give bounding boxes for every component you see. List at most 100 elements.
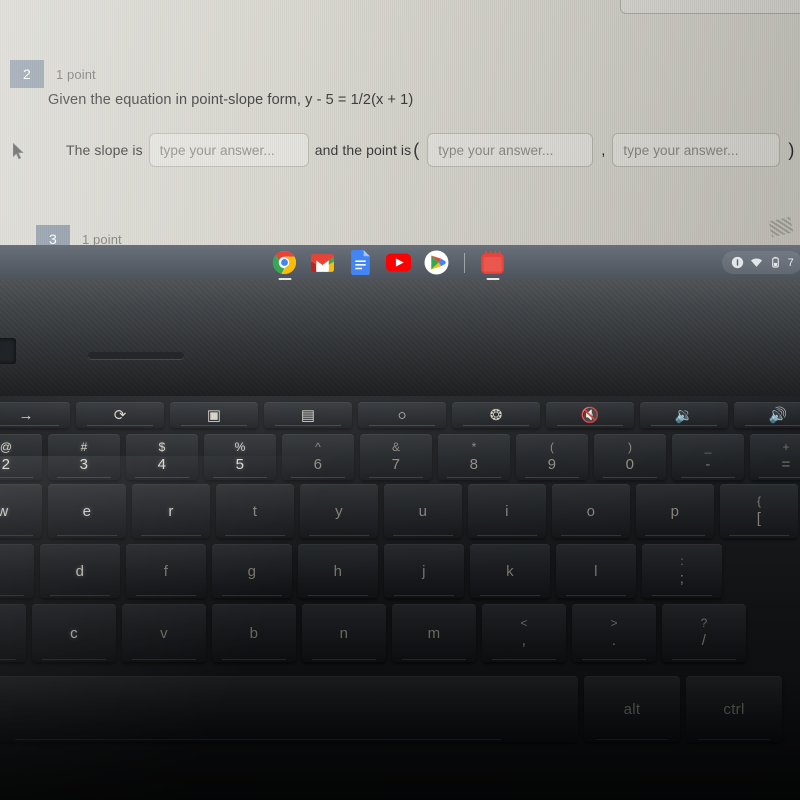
key-period[interactable]: >. [572,604,656,662]
key-x[interactable]: x [0,604,26,662]
key-g[interactable]: g [212,544,292,598]
gmail-icon[interactable] [310,250,335,275]
key-v[interactable]: v [122,604,206,662]
key-j[interactable]: j [384,544,464,598]
notification-icon[interactable] [731,256,744,269]
key-volume-down[interactable]: 🔉 [640,402,728,428]
question-1-answer-field-partial[interactable] [620,0,800,14]
key-bracket-left[interactable]: {[ [720,484,798,538]
key-alt-right[interactable]: alt [584,676,680,742]
key-8-label: 8 [469,456,479,473]
key-fullscreen-glyph: ▣ [206,407,222,424]
chromeos-shelf: 7 [0,245,800,280]
keycap-highlight [307,595,369,596]
key-3-shift-label: # [80,440,88,454]
keycap-highlight [0,477,34,478]
keycap-highlight [368,477,424,478]
key-c-label: c [70,624,78,642]
key-mute[interactable]: 🔇 [546,402,634,428]
key-semicolon[interactable]: :; [642,544,722,598]
key-ctrl-right[interactable]: ctrl [686,676,782,742]
key-w-label: w [0,502,9,520]
key-e[interactable]: e [48,484,126,538]
key-m[interactable]: m [392,604,476,662]
key-e-label: e [82,502,92,520]
key-comma[interactable]: <, [482,604,566,662]
key-r[interactable]: r [132,484,210,538]
key-brightness-down[interactable]: ○ [358,402,446,428]
key-w[interactable]: w [0,484,42,538]
point-y-input[interactable]: type your answer... [612,133,781,167]
key-fullscreen[interactable]: ▣ [170,402,258,428]
keycap-highlight [645,535,705,536]
keycap-highlight [561,535,621,536]
key-period-label: . [611,632,617,649]
chrome-icon[interactable] [272,250,297,280]
keycap-highlight [221,595,283,596]
key-6-shift-label: ^ [315,440,321,454]
key-p[interactable]: p [636,484,714,538]
key-s[interactable]: s [0,544,34,598]
key-k[interactable]: k [470,544,550,598]
point-y-input-placeholder: type your answer... [623,142,739,158]
key-t-label: t [252,502,258,520]
key-0-label: 0 [625,456,635,473]
wifi-icon[interactable] [750,256,763,269]
key-m-label: m [427,624,441,642]
key-t[interactable]: t [216,484,294,538]
key-d[interactable]: d [40,544,120,598]
key-c[interactable]: c [32,604,116,662]
key-0[interactable]: ) 0 [594,434,666,480]
key-period-shift-label: > [610,616,618,630]
key-6[interactable]: ^ 6 [282,434,354,480]
google-docs-icon[interactable] [348,250,373,275]
key-n[interactable]: n [302,604,386,662]
key-9-label: 9 [547,456,557,473]
key-u[interactable]: u [384,484,462,538]
key-minus[interactable]: _ - [672,434,744,480]
battery-icon[interactable] [769,256,782,269]
key-f[interactable]: f [126,544,206,598]
keycap-highlight [402,659,466,660]
key-i[interactable]: i [468,484,546,538]
key-2[interactable]: @2 [0,434,42,480]
key-forward[interactable]: → [0,402,70,428]
play-store-icon[interactable] [424,250,449,275]
key-o[interactable]: o [552,484,630,538]
point-x-input[interactable]: type your answer... [427,133,594,167]
tray-clock[interactable]: 7 [788,257,794,269]
keycap-highlight [565,595,627,596]
system-tray[interactable]: 7 [721,251,800,274]
key-d-label: d [75,562,85,580]
key-overview[interactable]: ▤ [264,402,352,428]
key-5[interactable]: % 5 [204,434,276,480]
key-reload-glyph: ⟳ [113,407,127,424]
modifier-key-row: alt ctrl [0,676,788,742]
key-brightness-up[interactable]: ❂ [452,402,540,428]
keycap-highlight [274,425,342,426]
key-b[interactable]: b [212,604,296,662]
key-l[interactable]: l [556,544,636,598]
slope-input[interactable]: type your answer... [148,133,309,167]
hinge-vent [88,352,184,359]
key-y[interactable]: y [300,484,378,538]
key-h[interactable]: h [298,544,378,598]
key-7[interactable]: & 7 [360,434,432,480]
key-h-label: h [333,562,343,580]
calendar-app-icon[interactable] [480,250,505,280]
keycap-highlight [180,425,248,426]
key-space[interactable] [0,676,578,742]
youtube-icon[interactable] [386,250,411,275]
key-i-label: i [505,502,509,520]
key-4[interactable]: $4 [126,434,198,480]
key-equals-label: = [781,456,791,473]
key-volume-up[interactable]: 🔊 [734,402,800,428]
home-key-row: s d f g h j k l:; [0,544,728,598]
key-slash[interactable]: ? / [662,604,746,662]
key-3[interactable]: #3 [48,434,120,480]
key-equals[interactable]: + = [750,434,800,480]
key-8[interactable]: * 8 [438,434,510,480]
key-reload[interactable]: ⟳ [76,402,164,428]
key-9[interactable]: (9 [516,434,588,480]
key-alt-right-label: alt [623,700,641,718]
